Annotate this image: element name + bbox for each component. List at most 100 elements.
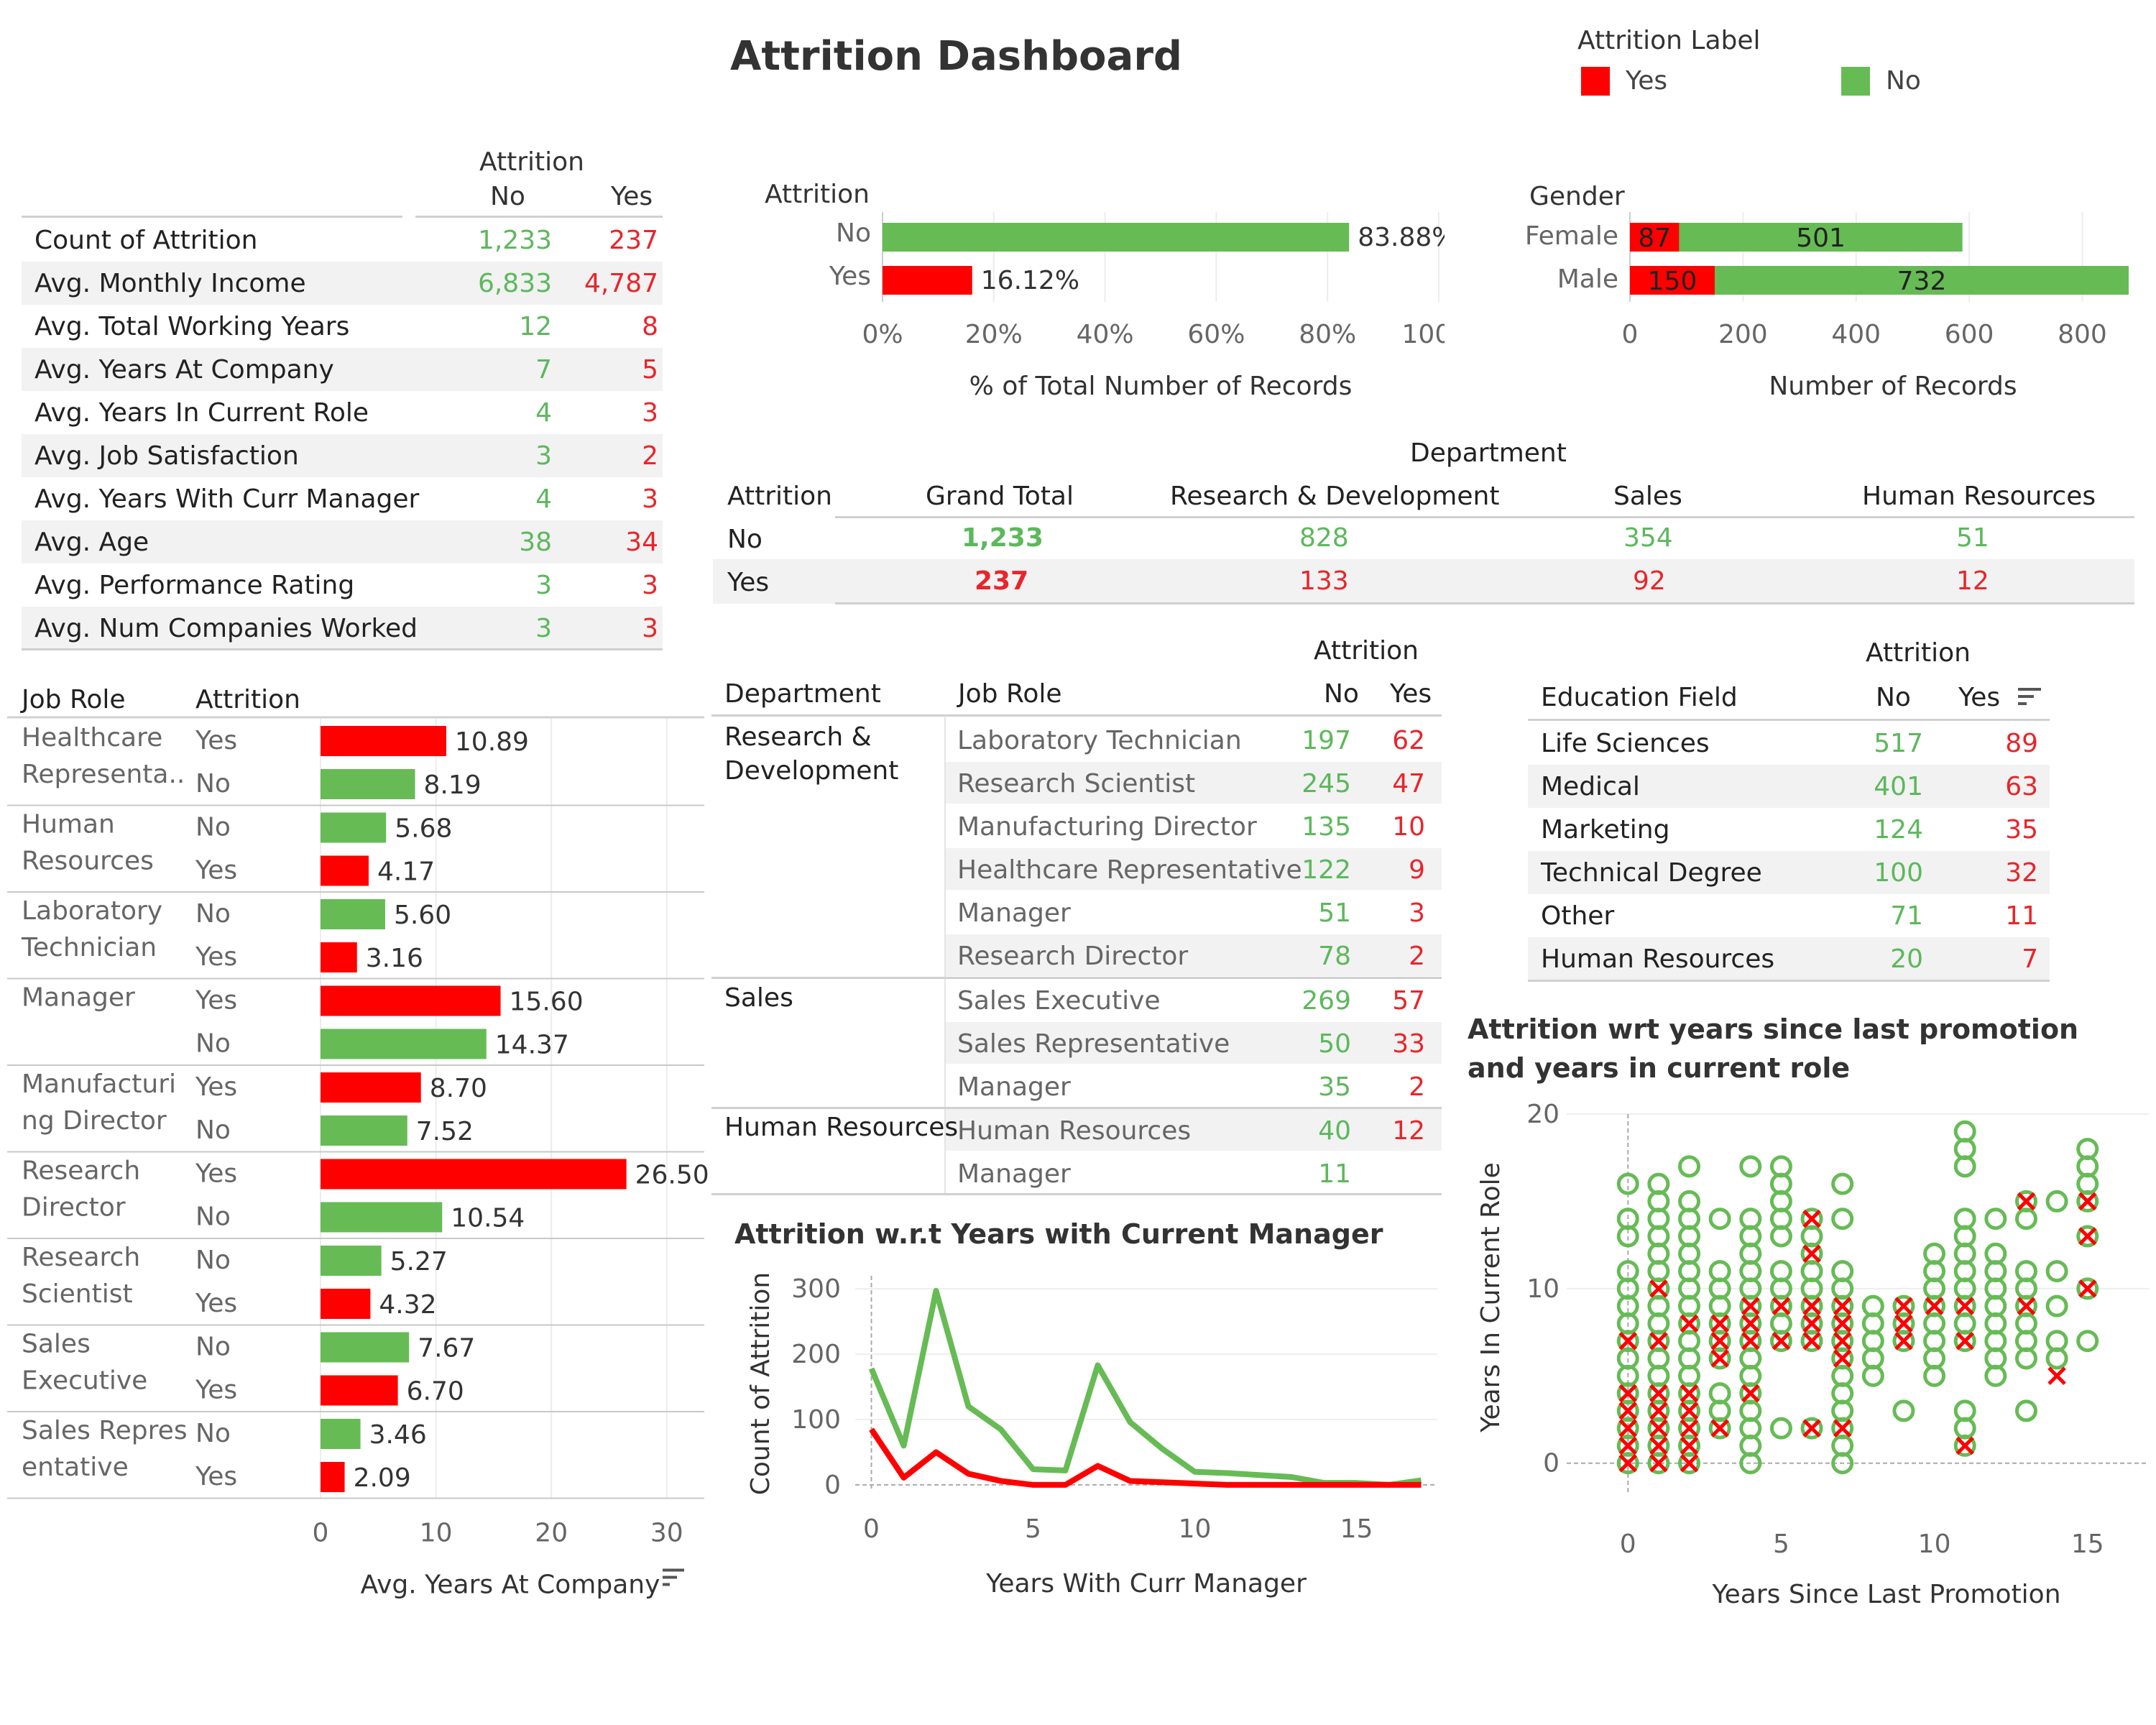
line-y-axis-label: Count of Attrition — [746, 1272, 775, 1495]
pct-bar-yes[interactable] — [883, 266, 972, 295]
scatter-point-yes[interactable] — [1955, 1436, 1974, 1455]
jobrole-x-tick: 0 — [313, 1519, 329, 1548]
scatter-point-no[interactable] — [2014, 1399, 2037, 1422]
scatter-point-no[interactable] — [2045, 1260, 2068, 1283]
dept-yes-grand-total: 237 — [975, 566, 1029, 596]
jobrole-bar-yes[interactable] — [321, 942, 357, 972]
jobrole-bar-no[interactable] — [321, 812, 387, 843]
scatter-point-no[interactable] — [1739, 1155, 1762, 1178]
sort-icon[interactable] — [663, 1568, 684, 1586]
scatter-point-yes[interactable] — [1802, 1331, 1821, 1351]
scatter-point-yes[interactable] — [2078, 1192, 2097, 1211]
line-x-axis-label: Years With Curr Manager — [985, 1569, 1307, 1598]
legend-item-no[interactable]: No — [1841, 66, 1921, 96]
scatter-point-yes[interactable] — [1680, 1314, 1699, 1333]
scatter-point-yes[interactable] — [2047, 1366, 2066, 1386]
scatter-point-yes[interactable] — [1741, 1331, 1760, 1351]
jobrole-bar-yes[interactable] — [321, 1159, 627, 1190]
scatter-point-no[interactable] — [1892, 1399, 1915, 1422]
scatter-point-yes[interactable] — [1649, 1384, 1668, 1403]
scatter-point-yes[interactable] — [1649, 1419, 1668, 1438]
jobrole-bar-yes[interactable] — [321, 726, 446, 756]
jobtable-no: 269 — [1302, 986, 1351, 1016]
scatter-point-no[interactable] — [1831, 1172, 1854, 1195]
scatter-point-yes[interactable] — [1894, 1331, 1913, 1351]
line-x-tick: 15 — [1340, 1514, 1373, 1544]
jobrole-attrition-label: No — [195, 769, 231, 799]
scatter-point-yes[interactable] — [1741, 1384, 1760, 1403]
kpi-value-no: 7 — [535, 354, 552, 385]
jobrole-bar-yes[interactable] — [321, 855, 369, 886]
scatter-point-yes[interactable] — [1894, 1314, 1913, 1333]
scatter-point-yes[interactable] — [1649, 1436, 1668, 1455]
scatter-point-yes[interactable] — [1894, 1297, 1913, 1315]
jobrole-bar-no[interactable] — [321, 1419, 361, 1449]
scatter-point-yes[interactable] — [1833, 1419, 1852, 1438]
gender-x-tick: 200 — [1718, 320, 1768, 349]
scatter-point-yes[interactable] — [1802, 1209, 1821, 1228]
jobrole-bar-yes[interactable] — [321, 1462, 345, 1492]
jobrole-bar-yes[interactable] — [321, 1072, 421, 1103]
scatter-point-yes[interactable] — [1833, 1314, 1852, 1333]
scatter-point-no[interactable] — [1708, 1208, 1731, 1230]
scatter-point-no[interactable] — [1769, 1417, 1792, 1440]
scatter-point-yes[interactable] — [1802, 1419, 1821, 1438]
scatter-point-yes[interactable] — [1680, 1384, 1699, 1403]
scatter-point-no[interactable] — [1678, 1155, 1701, 1178]
jobrole-bar-no[interactable] — [321, 1246, 382, 1276]
legend-label-no: No — [1886, 66, 1921, 96]
scatter-point-yes[interactable] — [2017, 1297, 2036, 1315]
jobrole-bar-yes[interactable] — [321, 1289, 371, 1319]
scatter-point-yes[interactable] — [1649, 1331, 1668, 1351]
jobrole-bar-no[interactable] — [321, 899, 385, 929]
scatter-point-yes[interactable] — [1802, 1314, 1821, 1333]
jobrole-attrition-label: No — [195, 899, 231, 929]
jobrole-bar-no[interactable] — [321, 1332, 410, 1363]
jobrole-bar-no[interactable] — [321, 769, 415, 799]
jobrole-bar-no[interactable] — [321, 1116, 407, 1146]
gender-x-tick: 400 — [1831, 320, 1881, 349]
scatter-point-no[interactable] — [1616, 1172, 1639, 1195]
line-series-no[interactable] — [868, 1287, 1422, 1488]
scatter-point-yes[interactable] — [1802, 1244, 1821, 1264]
scatter-x-axis-label: Years Since Last Promotion — [1711, 1580, 2060, 1609]
scatter-point-yes[interactable] — [1680, 1419, 1699, 1438]
scatter-point-yes[interactable] — [1833, 1331, 1852, 1351]
scatter-point-yes[interactable] — [1772, 1297, 1791, 1315]
edutable-row: Technical Degree 100 32 — [1528, 851, 2050, 894]
scatter-point-yes[interactable] — [1649, 1402, 1668, 1420]
scatter-point-yes[interactable] — [1710, 1331, 1729, 1351]
promotion-scatter-chart: 0 10 20 0 5 10 15 Years In Current Role Years Si… — [1476, 1100, 2149, 1609]
jobrole-bar-no[interactable] — [321, 1202, 443, 1233]
scatter-point-yes[interactable] — [1833, 1297, 1852, 1315]
scatter-point-yes[interactable] — [1772, 1331, 1791, 1351]
pct-bar-no[interactable] — [883, 223, 1350, 252]
scatter-point-yes[interactable] — [1710, 1314, 1729, 1333]
dept-col-hr: Human Resources — [1862, 482, 2096, 511]
jobrole-bar-yes[interactable] — [321, 985, 501, 1016]
scatter-point-no[interactable] — [1831, 1208, 1854, 1230]
scatter-point-yes[interactable] — [1680, 1436, 1699, 1455]
jobrole-attrition-label: No — [195, 813, 231, 842]
scatter-point-no[interactable] — [1984, 1208, 2007, 1230]
jobrole-bar-yes[interactable] — [321, 1375, 398, 1406]
scatter-point-yes[interactable] — [2017, 1192, 2036, 1211]
scatter-point-yes[interactable] — [1955, 1297, 1974, 1315]
scatter-point-yes[interactable] — [1741, 1297, 1760, 1315]
scatter-point-yes[interactable] — [1833, 1349, 1852, 1368]
kpi-header-rule — [22, 216, 402, 218]
scatter-point-no[interactable] — [2076, 1330, 2099, 1353]
scatter-point-yes[interactable] — [1710, 1349, 1729, 1368]
legend-item-yes[interactable]: Yes — [1581, 66, 1667, 96]
sort-icon[interactable] — [2018, 686, 2042, 708]
scatter-point-yes[interactable] — [2078, 1227, 2097, 1246]
scatter-point-no[interactable] — [2045, 1190, 2068, 1213]
scatter-point-yes[interactable] — [1802, 1297, 1821, 1315]
scatter-point-yes[interactable] — [1925, 1297, 1944, 1315]
scatter-point-no[interactable] — [2045, 1294, 2068, 1317]
jobrole-bar-no[interactable] — [321, 1029, 487, 1059]
scatter-point-yes[interactable] — [1955, 1331, 1974, 1351]
scatter-point-yes[interactable] — [1710, 1419, 1729, 1438]
scatter-point-yes[interactable] — [1741, 1314, 1760, 1333]
scatter-point-yes[interactable] — [1680, 1402, 1699, 1420]
